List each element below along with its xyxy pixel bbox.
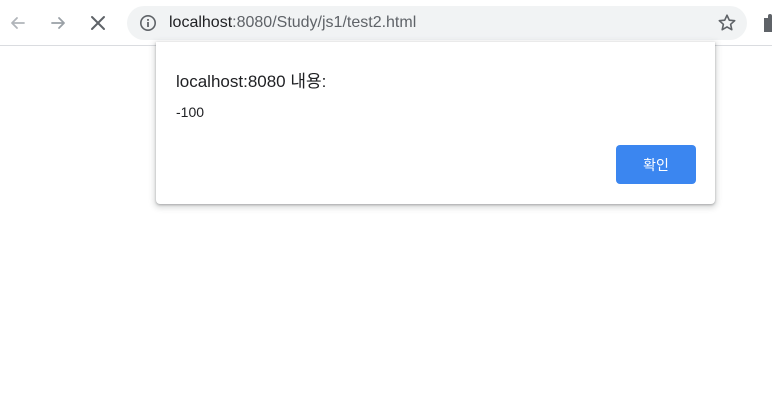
forward-button[interactable] [42, 7, 74, 39]
alert-dialog: localhost:8080 내용: -100 확인 [156, 42, 715, 204]
puzzle-icon[interactable] [762, 12, 772, 34]
back-button[interactable] [2, 7, 34, 39]
info-icon[interactable] [139, 14, 157, 32]
address-bar[interactable]: localhost:8080/Study/js1/test2.html [127, 6, 747, 40]
url-host: localhost [169, 14, 233, 31]
arrow-right-icon [51, 17, 65, 29]
dialog-message: -100 [176, 104, 205, 120]
stop-button[interactable] [82, 7, 114, 39]
browser-toolbar: localhost:8080/Study/js1/test2.html [0, 0, 772, 46]
close-icon [91, 16, 105, 30]
arrow-left-icon [11, 17, 25, 29]
url-text[interactable]: localhost:8080/Study/js1/test2.html [169, 14, 416, 32]
url-path: :8080/Study/js1/test2.html [232, 14, 417, 31]
dialog-title: localhost:8080 내용: [176, 72, 327, 91]
ok-button[interactable]: 확인 [616, 145, 696, 184]
star-icon[interactable] [717, 13, 737, 33]
